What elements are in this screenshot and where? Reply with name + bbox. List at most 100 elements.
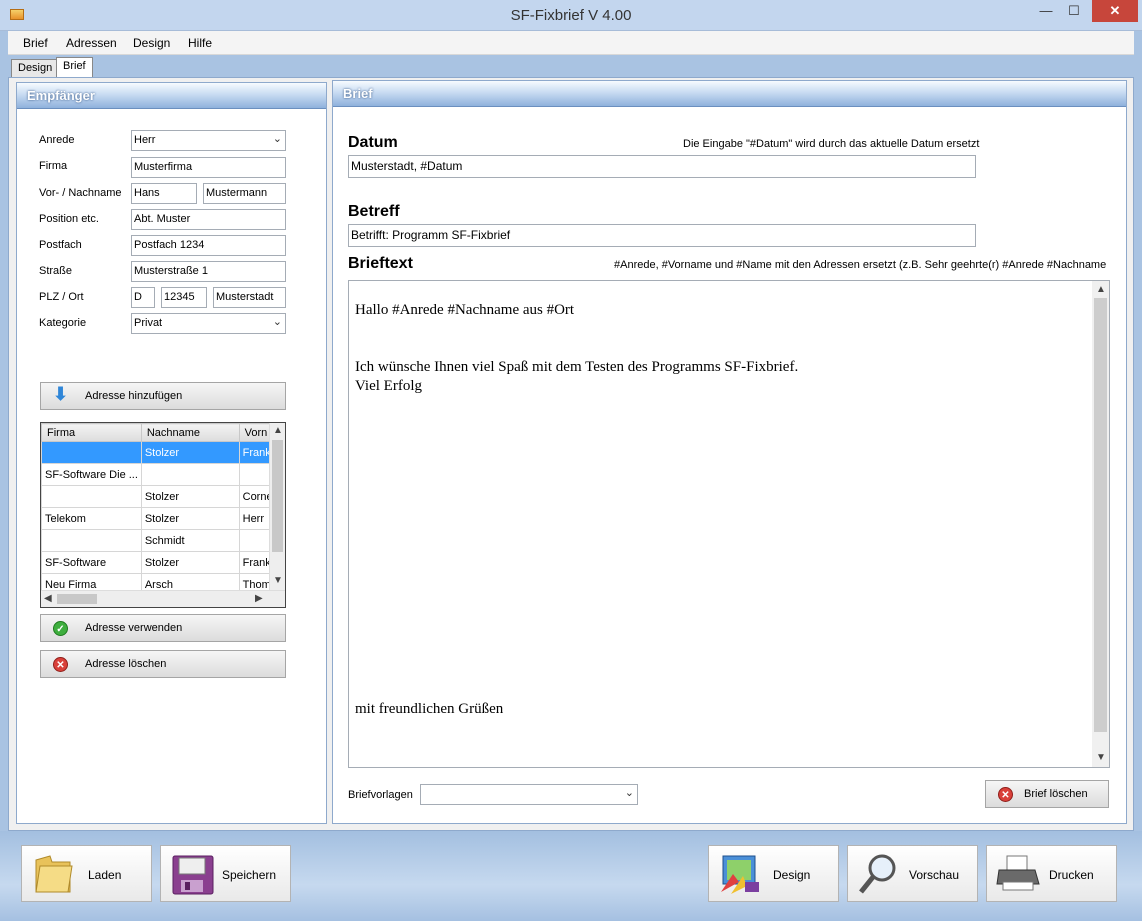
scroll-up-icon[interactable]: ▲ (1096, 284, 1106, 295)
strasse-input[interactable]: Musterstraße 1 (131, 261, 286, 282)
preview-button[interactable]: Vorschau (847, 845, 978, 902)
menu-design[interactable]: Design (133, 36, 170, 50)
add-address-label: Adresse hinzufügen (85, 390, 183, 402)
chevron-down-icon: ⌄ (624, 787, 634, 799)
grid-cell: SF-Software (41, 551, 142, 574)
grid-cell (41, 485, 142, 508)
firma-input[interactable]: Musterfirma (131, 157, 286, 178)
brieftext-scrollbar[interactable]: ▲ ▼ (1092, 281, 1109, 767)
floppy-disk-icon (172, 855, 214, 895)
grid-cell: Schmidt (140, 529, 240, 552)
load-button[interactable]: Laden (21, 845, 152, 902)
firma-label: Firma (39, 160, 68, 172)
datum-input[interactable]: Musterstadt, #Datum (348, 155, 976, 178)
menu-brief[interactable]: Brief (23, 36, 48, 50)
nachname-input[interactable]: Mustermann (203, 183, 286, 204)
tab-design[interactable]: Design (11, 59, 60, 77)
close-button[interactable]: ✕ (1092, 0, 1138, 22)
ort-input[interactable]: Musterstadt (213, 287, 286, 308)
grid-horizontal-scrollbar[interactable]: ◀ ▶ (41, 590, 285, 607)
anrede-value: Herr (134, 134, 156, 146)
vorname-input[interactable]: Hans (131, 183, 197, 204)
tab-brief[interactable]: Brief (56, 57, 93, 77)
add-address-button[interactable]: ⬇ Adresse hinzufügen (40, 382, 286, 410)
strasse-label: Straße (39, 265, 73, 277)
save-button[interactable]: Speichern (160, 845, 291, 902)
grid-vscroll-thumb[interactable] (272, 440, 283, 552)
plz-input[interactable]: 12345 (161, 287, 207, 308)
table-row[interactable]: Stolzer Corne (41, 485, 285, 508)
brieftext-line: mit freundlichen Grüßen (355, 701, 504, 717)
brief-heading: Brief (333, 81, 1126, 107)
empfaenger-heading: Empfänger (17, 83, 326, 109)
brieftext-scroll-thumb[interactable] (1094, 298, 1107, 732)
anrede-label: Anrede (39, 134, 75, 146)
preview-label: Vorschau (909, 868, 960, 882)
betreff-input[interactable]: Betrifft: Programm SF-Fixbrief (348, 224, 976, 247)
scroll-up-icon[interactable]: ▲ (273, 425, 283, 436)
magnifier-icon (859, 854, 896, 894)
delete-icon: ✕ (53, 657, 68, 672)
folder-icon (35, 855, 73, 893)
name-label: Vor- / Nachname (39, 187, 122, 199)
grid-cell (140, 463, 240, 486)
menu-adressen[interactable]: Adressen (66, 36, 117, 50)
anrede-select[interactable]: Herr ⌄ (131, 130, 286, 151)
menu-bar: Brief Adressen Design Hilfe (8, 31, 1134, 55)
scroll-down-icon[interactable]: ▼ (1096, 752, 1106, 763)
chevron-down-icon: ⌄ (272, 133, 282, 145)
brieftext-line: Ich wünsche Ihnen viel Spaß mit dem Test… (355, 359, 799, 375)
plzort-label: PLZ / Ort (39, 291, 84, 303)
position-label: Position etc. (39, 213, 99, 225)
grid-vertical-scrollbar[interactable]: ▲ ▼ (269, 423, 285, 591)
table-row[interactable]: SF-Software Stolzer Frank (41, 551, 285, 574)
use-address-button[interactable]: ✓ Adresse verwenden (40, 614, 286, 642)
minimize-button[interactable]: — (1032, 0, 1060, 22)
load-label: Laden (88, 868, 122, 882)
kategorie-select[interactable]: Privat ⌄ (131, 313, 286, 334)
datum-title: Datum (348, 134, 398, 151)
table-row[interactable]: Schmidt (41, 529, 285, 552)
land-input[interactable]: D (131, 287, 155, 308)
print-label: Drucken (1049, 868, 1094, 882)
empfaenger-panel: Empfänger Anrede Herr ⌄ Firma Musterfirm… (16, 82, 327, 824)
grid-cell: Telekom (41, 507, 142, 530)
column-header-nachname[interactable]: Nachname (140, 423, 240, 442)
brieftext-area[interactable]: Hallo #Anrede #Nachname aus #Ort Ich wün… (348, 280, 1110, 768)
title-bar: SF-Fixbrief V 4.00 — ☐ ✕ (0, 0, 1142, 31)
column-header-firma[interactable]: Firma (41, 423, 142, 442)
table-row[interactable]: Stolzer Frank (41, 441, 285, 464)
position-input[interactable]: Abt. Muster (131, 209, 286, 230)
betreff-title: Betreff (348, 203, 400, 220)
scroll-left-icon[interactable]: ◀ (44, 593, 52, 604)
maximize-button[interactable]: ☐ (1060, 0, 1088, 22)
table-row[interactable]: Telekom Stolzer Herr (41, 507, 285, 530)
use-address-label: Adresse verwenden (85, 622, 183, 634)
grid-cell (41, 441, 142, 464)
brieftext-hint: #Anrede, #Vorname und #Name mit den Adre… (614, 259, 1107, 271)
client-area: Empfänger Anrede Herr ⌄ Firma Musterfirm… (8, 77, 1134, 831)
delete-letter-button[interactable]: ✕ Brief löschen (985, 780, 1109, 808)
check-icon: ✓ (53, 621, 68, 636)
bottom-toolbar: Laden Speichern Design Vorschau Drucken (0, 831, 1142, 921)
postfach-input[interactable]: Postfach 1234 (131, 235, 286, 256)
datum-hint: Die Eingabe "#Datum" wird durch das aktu… (683, 138, 980, 150)
table-row[interactable]: SF-Software Die ... (41, 463, 285, 486)
scroll-down-icon[interactable]: ▼ (273, 575, 283, 586)
kategorie-value: Privat (134, 317, 163, 329)
grid-cell: Stolzer (140, 507, 240, 530)
save-label: Speichern (222, 868, 277, 882)
grid-hscroll-thumb[interactable] (57, 594, 97, 604)
brief-panel: Brief Datum Die Eingabe "#Datum" wird du… (332, 80, 1127, 824)
delete-letter-label: Brief löschen (1024, 788, 1088, 800)
printer-icon (996, 855, 1040, 891)
scroll-right-icon[interactable]: ▶ (255, 593, 263, 604)
print-button[interactable]: Drucken (986, 845, 1117, 902)
briefvorlagen-select[interactable]: ⌄ (420, 784, 638, 805)
design-button[interactable]: Design (708, 845, 839, 902)
address-grid: Firma Nachname Vorn Stolzer Frank SF-Sof… (40, 422, 286, 608)
delete-address-button[interactable]: ✕ Adresse löschen (40, 650, 286, 678)
menu-hilfe[interactable]: Hilfe (188, 36, 212, 50)
chevron-down-icon: ⌄ (272, 316, 282, 328)
design-palette-icon (721, 855, 759, 894)
